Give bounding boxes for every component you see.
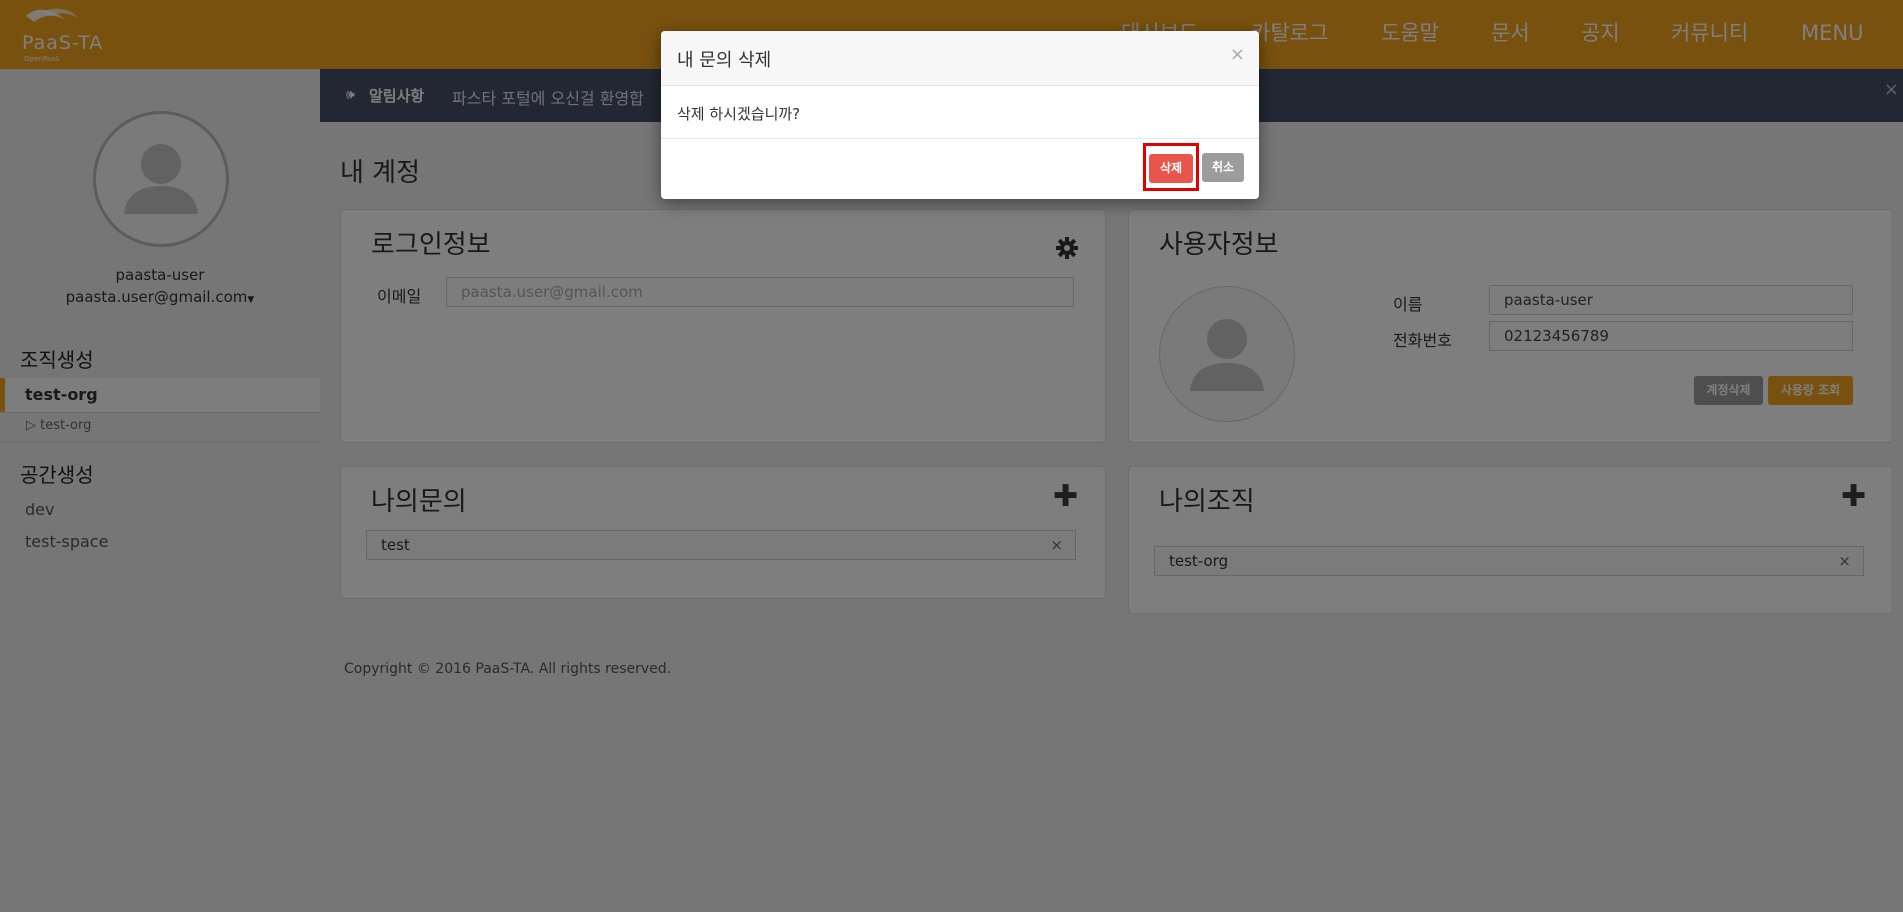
modal-divider (661, 138, 1259, 139)
delete-inquiry-modal: 내 문의 삭제 × 삭제 하시겠습니까? 삭제 취소 (661, 31, 1259, 199)
modal-close-icon[interactable]: × (1230, 44, 1245, 65)
confirm-delete-button[interactable]: 삭제 (1149, 154, 1193, 183)
modal-message: 삭제 하시겠습니까? (677, 105, 801, 123)
cancel-button[interactable]: 취소 (1202, 153, 1244, 182)
modal-header: 내 문의 삭제 × (661, 31, 1259, 86)
modal-title: 내 문의 삭제 (677, 50, 772, 71)
